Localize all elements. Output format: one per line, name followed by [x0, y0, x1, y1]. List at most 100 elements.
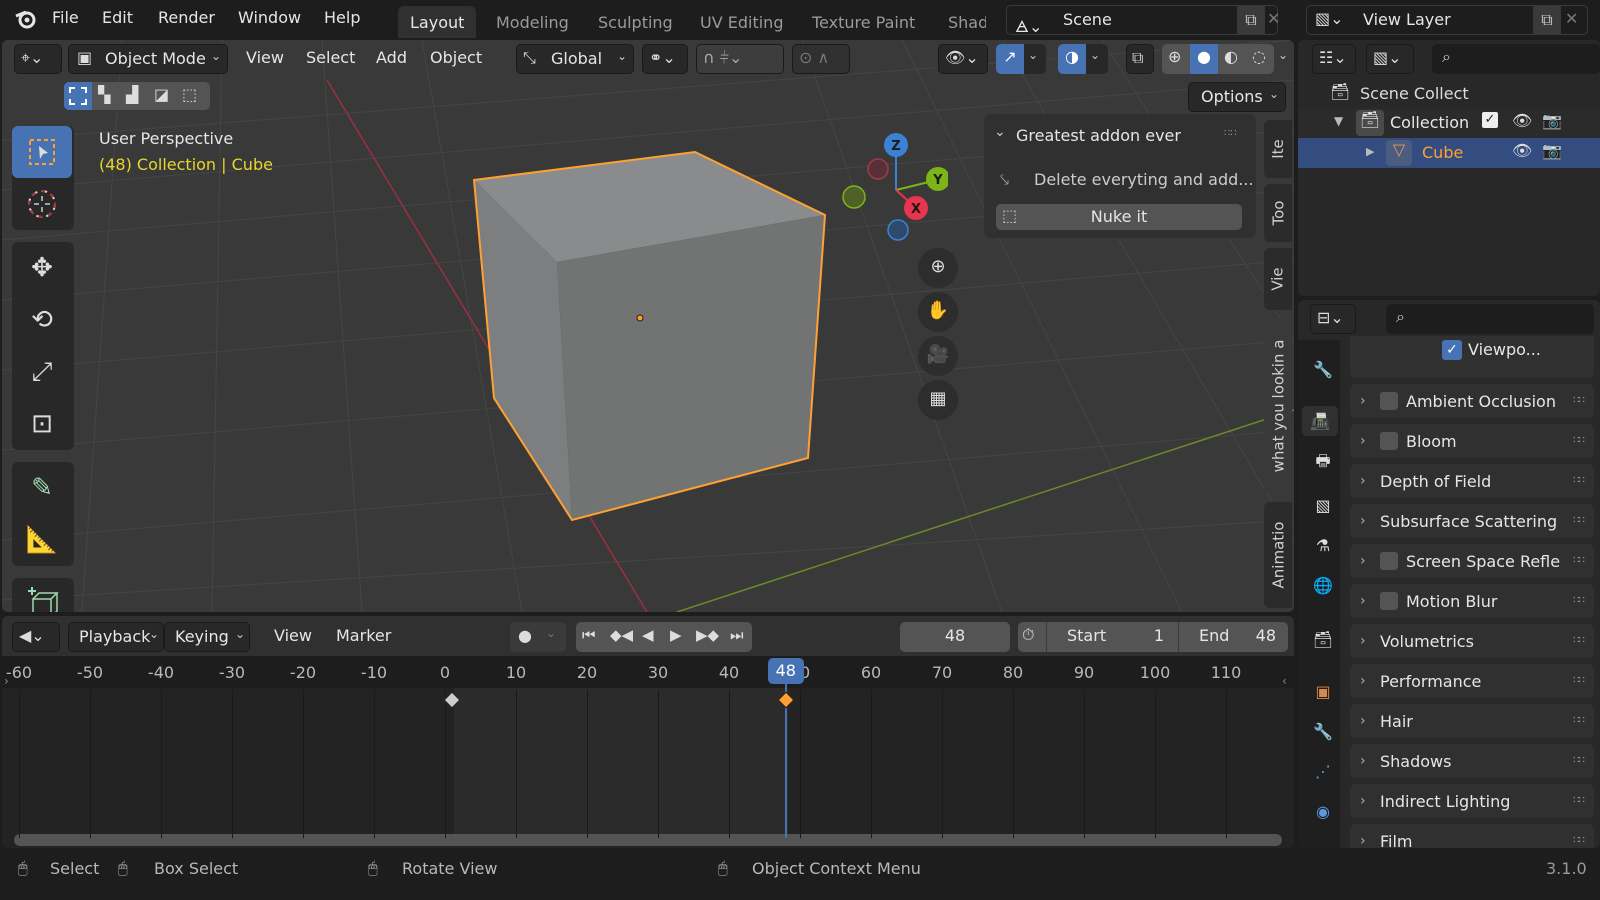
viewport-menu-object[interactable]: Object — [430, 48, 482, 67]
properties-panel[interactable]: › Film ∷∷ — [1350, 824, 1594, 848]
outliner-row[interactable]: 🗃 Scene Collect — [1298, 80, 1600, 108]
panel-enable-checkbox[interactable] — [1380, 392, 1398, 410]
properties-panel[interactable]: › Hair ∷∷ — [1350, 704, 1594, 738]
shading-options-chevron-icon[interactable]: ⌄ — [1278, 48, 1288, 62]
tab-uv-editing[interactable]: UV Editing — [688, 6, 795, 38]
pan-hand-icon[interactable]: ✋ — [918, 292, 958, 332]
tab-layout[interactable]: Layout — [398, 6, 477, 38]
particle-properties-icon[interactable]: ⋰ — [1308, 756, 1338, 786]
select-invert-icon[interactable]: ◪ — [154, 85, 169, 104]
solid-shading-icon[interactable]: ● — [1190, 44, 1218, 74]
viewport-menu-add[interactable]: Add — [376, 48, 407, 67]
scale-tool[interactable]: ⤢ — [12, 346, 72, 398]
sidebar-tab-tool[interactable]: Too — [1264, 184, 1292, 242]
options-dropdown[interactable]: Options ⌄ — [1188, 82, 1286, 112]
horizontal-scrollbar[interactable] — [14, 834, 1282, 846]
cube-object[interactable] — [462, 140, 842, 530]
world-properties-icon[interactable]: 🌐 — [1308, 570, 1338, 600]
stopwatch-icon[interactable]: ⏱ — [1022, 625, 1034, 645]
mode-dropdown[interactable]: ▣ Object Mode ⌄ — [68, 44, 228, 74]
properties-editor-type[interactable]: ⊟⌄ — [1310, 304, 1356, 334]
sidebar-tab-view[interactable]: Vie — [1264, 248, 1292, 310]
tab-modeling[interactable]: Modeling — [484, 6, 581, 38]
drag-grip-icon[interactable]: ∷∷ — [1573, 435, 1585, 446]
select-new-icon[interactable] — [64, 82, 92, 110]
play-reverse-icon[interactable]: ◀ — [642, 626, 654, 644]
jump-end-icon[interactable]: ⏭ — [730, 626, 744, 644]
tab-shading[interactable]: Shadi — [936, 6, 986, 38]
drag-grip-icon[interactable]: ∷∷ — [1573, 635, 1585, 646]
measure-tool[interactable]: 📐 — [12, 514, 72, 566]
playhead-frame-badge[interactable]: 48 — [767, 658, 804, 684]
blender-logo-icon[interactable] — [14, 8, 38, 30]
drag-grip-icon[interactable]: ∷∷ — [1573, 475, 1585, 486]
expand-down-icon[interactable]: ▼ — [1334, 114, 1343, 128]
select-subtract-icon[interactable]: ▟ — [126, 85, 138, 104]
select-intersect-icon[interactable]: ⬚ — [182, 85, 197, 104]
drag-grip-icon[interactable]: ∷∷ — [1573, 795, 1585, 806]
drag-grip-icon[interactable]: ∷∷ — [1573, 675, 1585, 686]
jump-start-icon[interactable]: ⏮ — [582, 626, 596, 644]
tab-texture-paint[interactable]: Texture Paint — [800, 6, 927, 38]
panel-enable-checkbox[interactable] — [1380, 592, 1398, 610]
view-layer-name[interactable]: View Layer — [1363, 10, 1451, 29]
xray-toggle[interactable]: ⧉ — [1126, 44, 1154, 74]
panel-enable-checkbox[interactable] — [1380, 552, 1398, 570]
exclude-checkbox[interactable]: ✓ — [1482, 112, 1498, 128]
timeline-menu-marker[interactable]: Marker — [336, 626, 391, 645]
panel-enable-checkbox[interactable] — [1380, 432, 1398, 450]
ortho-grid-icon[interactable]: ▦ — [918, 380, 958, 420]
sidebar-tab-animation[interactable]: Animatio — [1264, 502, 1292, 608]
orientation-dropdown[interactable]: ⤡ Global ⌄ — [516, 44, 634, 74]
drag-grip-icon[interactable]: ∷∷ — [1224, 128, 1237, 139]
timeline-editor-type[interactable]: ◀⌄ — [12, 622, 60, 652]
timeline-menu-view[interactable]: View — [274, 626, 312, 645]
collection-properties-icon[interactable]: 🗃 — [1308, 624, 1338, 654]
viewport-checkbox[interactable]: ✓ — [1442, 340, 1462, 360]
drag-grip-icon[interactable]: ∷∷ — [1573, 555, 1585, 566]
sidebar-tab-item[interactable]: Ite — [1264, 120, 1292, 178]
menu-help[interactable]: Help — [324, 8, 360, 27]
transform-tool[interactable]: ⊡ — [12, 398, 72, 450]
select-extend-icon[interactable]: ▚ — [98, 85, 110, 104]
record-toggle[interactable]: ● ⌄ — [510, 622, 566, 652]
properties-panel[interactable]: › Volumetrics ∷∷ — [1350, 624, 1594, 658]
gizmo-toggle[interactable]: ↗ ⌄ — [996, 44, 1046, 74]
drag-grip-icon[interactable]: ∷∷ — [1573, 835, 1585, 846]
drag-grip-icon[interactable]: ∷∷ — [1573, 395, 1585, 406]
camera-render-icon[interactable]: 📷 — [1542, 111, 1562, 130]
modifier-properties-icon[interactable]: 🔧 — [1308, 716, 1338, 746]
move-tool[interactable]: ✥ — [12, 242, 72, 294]
view-layer-properties-icon[interactable]: ▧ — [1308, 490, 1338, 520]
addon-panel-title[interactable]: Greatest addon ever — [1016, 126, 1181, 145]
menu-edit[interactable]: Edit — [102, 8, 133, 27]
prev-keyframe-icon[interactable]: ◆◀ — [610, 626, 633, 644]
keying-dropdown[interactable]: Keying ⌄ — [164, 622, 250, 652]
properties-panel[interactable]: › Bloom ∷∷ — [1350, 424, 1594, 458]
add-cube-tool[interactable] — [12, 578, 72, 612]
scene-properties-icon[interactable]: ⚗ — [1308, 530, 1338, 560]
nuke-it-button[interactable]: ⬚ Nuke it — [996, 204, 1242, 230]
panel-collapse-icon[interactable]: ⌄ — [994, 124, 1006, 140]
drag-grip-icon[interactable]: ∷∷ — [1573, 515, 1585, 526]
properties-panel[interactable]: › Depth of Field ∷∷ — [1350, 464, 1594, 498]
material-shading-icon[interactable]: ◐ — [1224, 47, 1238, 66]
zoom-icon[interactable]: ⊕ — [918, 248, 958, 288]
tool-settings-icon[interactable]: 🔧 — [1308, 354, 1338, 384]
sidebar-tab-custom[interactable]: what you lookin a — [1264, 318, 1292, 494]
properties-search-input[interactable]: ⌕ — [1386, 304, 1594, 334]
wireframe-shading-icon[interactable]: ⊕ — [1168, 47, 1181, 66]
menu-file[interactable]: File — [52, 8, 79, 27]
camera-render-icon[interactable]: 📷 — [1542, 141, 1562, 160]
physics-properties-icon[interactable]: ◉ — [1308, 796, 1338, 826]
render-properties-icon[interactable]: 📠 — [1302, 406, 1338, 436]
scene-name[interactable]: Scene — [1063, 10, 1112, 29]
rendered-shading-icon[interactable]: ◌ — [1252, 47, 1266, 66]
outliner-row[interactable]: ▶ ▽ Cube 👁 📷 — [1298, 138, 1600, 168]
drag-grip-icon[interactable]: ∷∷ — [1573, 755, 1585, 766]
display-mode-dropdown[interactable]: ☷⌄ — [1312, 44, 1356, 74]
outliner-row[interactable]: ▼ 🗃 Collection ✓ 👁 📷 — [1298, 108, 1600, 138]
pivot-dropdown[interactable]: ⚭⌄ — [642, 44, 688, 74]
snap-toggle[interactable]: ∩ ⫩⌄ — [696, 44, 784, 74]
properties-panel[interactable]: › Motion Blur ∷∷ — [1350, 584, 1594, 618]
